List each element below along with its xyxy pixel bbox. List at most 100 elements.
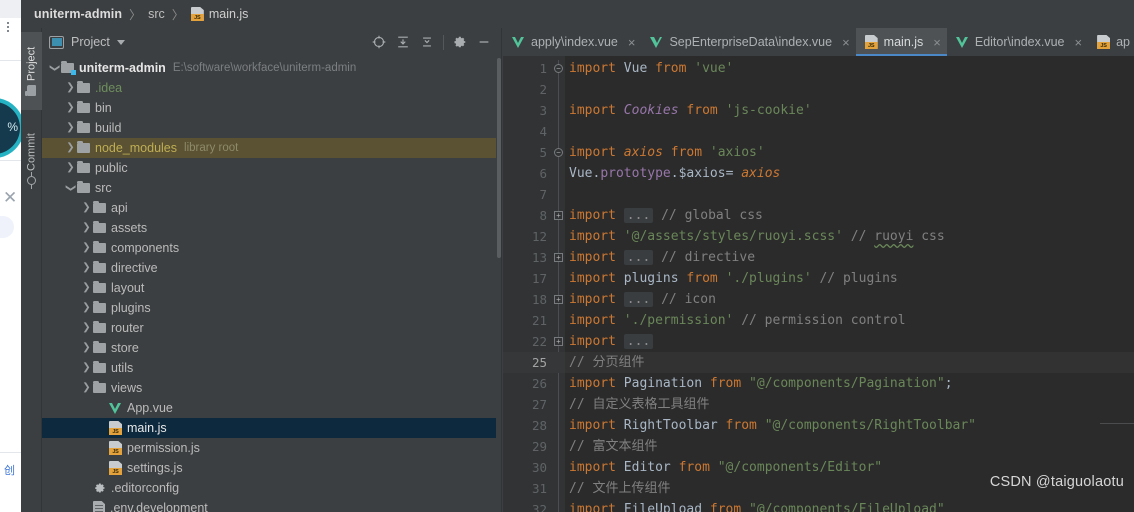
line-number: 29: [531, 439, 547, 454]
code-editor[interactable]: 1− import Vue from 'vue' 2 3 import Cookies …: [503, 56, 1134, 512]
fold-expand-icon[interactable]: +: [554, 211, 563, 220]
fold-gutter[interactable]: [553, 56, 565, 512]
code-line[interactable]: // 富文本组件: [569, 436, 1134, 457]
code-line[interactable]: import RightToolbar from "@/components/R…: [569, 415, 1134, 436]
tool-button-project[interactable]: Project: [21, 32, 42, 110]
tree-row[interactable]: ❯ router: [42, 318, 496, 338]
tree-row[interactable]: ❯ plugins: [42, 298, 496, 318]
editor-tab[interactable]: SepEnterpriseData\index.vue ×: [641, 28, 855, 56]
toolbar-divider: [443, 34, 444, 50]
breadcrumb-segment-src[interactable]: src: [148, 7, 165, 21]
tree-row[interactable]: ❯ views: [42, 378, 496, 398]
tree-row[interactable]: ❯ components: [42, 238, 496, 258]
chevron-down-icon[interactable]: [116, 39, 125, 45]
project-panel-title: Project: [71, 35, 110, 49]
code-token: ;: [944, 376, 953, 391]
code-line[interactable]: Vue.prototype.$axios= axios: [569, 163, 1134, 184]
expand-all-icon[interactable]: [391, 31, 415, 53]
chevron-right-icon[interactable]: ❯: [80, 358, 93, 378]
code-line[interactable]: import Cookies from 'js-cookie': [569, 100, 1134, 121]
tree-row-label: store: [111, 341, 139, 355]
breadcrumb-file[interactable]: main.js: [209, 7, 249, 21]
tree-row[interactable]: ❯ assets: [42, 218, 496, 238]
close-icon[interactable]: ×: [933, 36, 941, 49]
editor-tab[interactable]: main.js ×: [855, 28, 948, 56]
close-icon[interactable]: ×: [1075, 36, 1083, 49]
tree-row[interactable]: ❯ node_modules library root: [42, 138, 496, 158]
code-line[interactable]: import Vue from 'vue': [569, 58, 1134, 79]
code-line[interactable]: // 自定义表格工具组件: [569, 394, 1134, 415]
editor-tabbar[interactable]: apply\index.vue × SepEnterpriseData\index.…: [503, 28, 1134, 56]
hide-panel-icon[interactable]: [472, 31, 496, 53]
code-line[interactable]: import FileUpload from "@/components/Fil…: [569, 499, 1134, 512]
chevron-right-icon[interactable]: ❯: [80, 238, 93, 258]
tree-row[interactable]: ❯ uniterm-admin E:\software\workface\unite…: [42, 58, 496, 78]
close-icon[interactable]: ×: [628, 36, 636, 49]
code-line[interactable]: import Pagination from "@/components/Pag…: [569, 373, 1134, 394]
chevron-right-icon[interactable]: ❯: [80, 218, 93, 238]
chevron-right-icon[interactable]: ❯: [80, 198, 93, 218]
code-line[interactable]: [569, 184, 1134, 205]
tree-row[interactable]: App.vue: [42, 398, 496, 418]
tree-row-label: main.js: [127, 421, 167, 435]
tree-row[interactable]: settings.js: [42, 458, 496, 478]
tool-button-commit[interactable]: Commit: [21, 118, 42, 200]
chevron-right-icon[interactable]: ❯: [64, 78, 77, 98]
chevron-right-icon[interactable]: ❯: [80, 278, 93, 298]
chevron-right-icon[interactable]: ❯: [80, 258, 93, 278]
code-line[interactable]: import ...: [569, 331, 1134, 352]
code-token: // permission control: [741, 313, 906, 328]
chevron-right-icon[interactable]: ❯: [80, 318, 93, 338]
fold-collapse-icon[interactable]: −: [554, 148, 563, 157]
tree-row[interactable]: main.js: [42, 418, 496, 438]
tree-row[interactable]: ❯ bin: [42, 98, 496, 118]
code-line[interactable]: import plugins from './plugins' // plugi…: [569, 268, 1134, 289]
tree-row[interactable]: .editorconfig: [42, 478, 496, 498]
gear-icon[interactable]: [448, 31, 472, 53]
editor-tab[interactable]: Editor\index.vue ×: [947, 28, 1088, 56]
chevron-right-icon[interactable]: ❯: [80, 378, 93, 398]
code-line[interactable]: import ... // global css: [569, 205, 1134, 226]
code-line[interactable]: import ... // directive: [569, 247, 1134, 268]
fold-expand-icon[interactable]: +: [554, 295, 563, 304]
tree-row[interactable]: ❯ directive: [42, 258, 496, 278]
tree-row[interactable]: .env.development: [42, 498, 496, 512]
chevron-right-icon[interactable]: ❯: [80, 338, 93, 358]
code-token: .: [670, 166, 679, 181]
tree-row[interactable]: ❯ src: [42, 178, 496, 198]
tree-row[interactable]: ❯ api: [42, 198, 496, 218]
select-opened-file-icon[interactable]: [367, 31, 391, 53]
code-line[interactable]: [569, 79, 1134, 100]
chevron-right-icon[interactable]: ❯: [80, 298, 93, 318]
tree-row[interactable]: ❯ store: [42, 338, 496, 358]
code-line[interactable]: import axios from 'axios': [569, 142, 1134, 163]
chevron-right-icon[interactable]: ❯: [64, 158, 77, 178]
code-line[interactable]: import '@/assets/styles/ruoyi.scss' // r…: [569, 226, 1134, 247]
folder-icon: [93, 360, 106, 373]
code-line[interactable]: [569, 121, 1134, 142]
breadcrumb-project[interactable]: uniterm-admin: [34, 7, 122, 21]
tree-row[interactable]: ❯ layout: [42, 278, 496, 298]
chevron-down-icon[interactable]: ❯: [48, 58, 61, 78]
tree-row[interactable]: ❯ .idea: [42, 78, 496, 98]
chevron-right-icon[interactable]: ❯: [64, 138, 77, 158]
code-line[interactable]: // 分页组件: [569, 352, 1134, 373]
code-line[interactable]: import './permission' // permission cont…: [569, 310, 1134, 331]
project-tree[interactable]: ❯ uniterm-admin E:\software\workface\unite…: [42, 56, 496, 512]
tree-row[interactable]: ❯ build: [42, 118, 496, 138]
fold-expand-icon[interactable]: +: [554, 253, 563, 262]
js-file-icon: [1097, 35, 1111, 49]
collapse-all-icon[interactable]: [415, 31, 439, 53]
tree-row[interactable]: ❯ public: [42, 158, 496, 178]
close-icon[interactable]: ×: [842, 36, 850, 49]
chevron-right-icon[interactable]: ❯: [64, 98, 77, 118]
editor-tab[interactable]: apply\index.vue ×: [503, 28, 641, 56]
tree-row[interactable]: permission.js: [42, 438, 496, 458]
editor-tab[interactable]: ap: [1088, 28, 1134, 56]
fold-expand-icon[interactable]: +: [554, 337, 563, 346]
chevron-right-icon[interactable]: ❯: [64, 118, 77, 138]
code-line[interactable]: import ... // icon: [569, 289, 1134, 310]
tree-row[interactable]: ❯ utils: [42, 358, 496, 378]
chevron-down-icon[interactable]: ❯: [64, 178, 77, 198]
fold-collapse-icon[interactable]: −: [554, 64, 563, 73]
